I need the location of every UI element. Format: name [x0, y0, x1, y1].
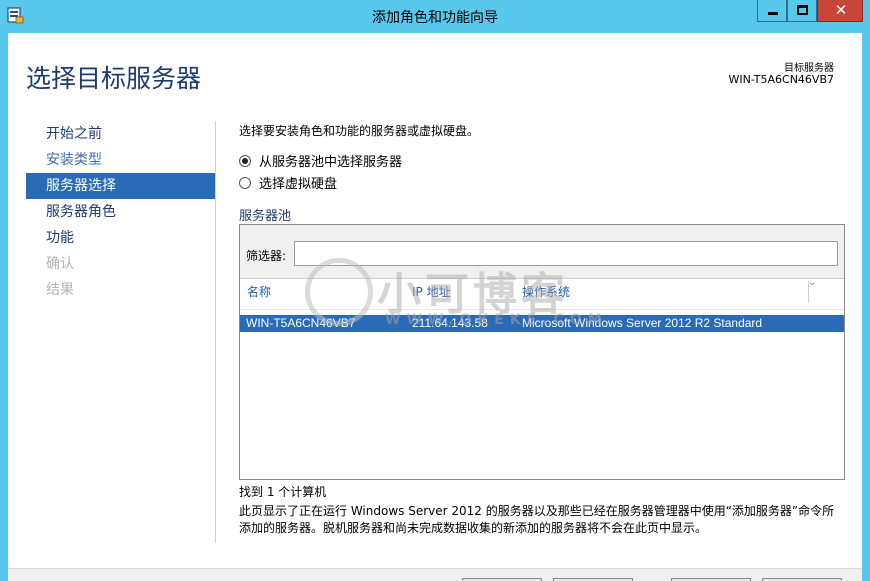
minimize-button[interactable]: [757, 0, 787, 22]
window-title: 添加角色和功能向导: [372, 10, 498, 26]
option-server-pool[interactable]: 从服务器池中选择服务器: [239, 151, 402, 170]
maximize-button[interactable]: [787, 0, 817, 22]
cell-operating-system: Microsoft Windows Server 2012 R2 Standar…: [522, 316, 763, 330]
window-frame-right: [862, 33, 870, 581]
description-text: 此页显示了正在运行 Windows Server 2012 的服务器以及那些已经…: [239, 504, 835, 535]
nav-item-results: 结果: [46, 282, 74, 298]
server-pool-title: 服务器池: [239, 209, 292, 224]
window-frame-left: [0, 33, 8, 581]
intro-text: 选择要安装角色和功能的服务器或虚拟硬盘。: [239, 124, 480, 138]
column-header-os[interactable]: 操作系统: [522, 279, 570, 309]
nav-divider: [215, 121, 216, 543]
nav-item-server-roles[interactable]: 服务器角色: [26, 199, 215, 225]
wizard-nav: 开始之前 安装类型 服务器选择 服务器角色 功能 确认 结果: [26, 121, 215, 303]
nav-item-confirmation: 确认: [46, 256, 74, 272]
server-pool-list: 筛选器: 名称 IP 地址 操作系统 ⌄ WIN-T5A6CN46VB7 211…: [239, 224, 845, 480]
column-header-ip[interactable]: IP 地址: [412, 279, 451, 309]
found-count: 找到 1 个计算机: [239, 485, 327, 499]
filter-label: 筛选器:: [246, 249, 287, 263]
cell-ip-address: 211.64.143.58: [412, 316, 488, 330]
nav-item-features[interactable]: 功能: [26, 225, 215, 251]
radio-server-pool[interactable]: [239, 154, 251, 167]
page-title: 选择目标服务器: [26, 64, 202, 93]
destination-server-label: 目标服务器: [784, 63, 834, 74]
title-bar: 添加角色和功能向导 ✕: [0, 0, 870, 33]
minimize-icon: [768, 12, 778, 15]
cell-server-name: WIN-T5A6CN46VB7: [246, 316, 356, 330]
chevron-down-icon[interactable]: ⌄: [808, 277, 816, 288]
filter-bar: 筛选器:: [240, 225, 844, 279]
maximize-icon: [797, 5, 808, 15]
option-server-pool-label: 从服务器池中选择服务器: [259, 155, 403, 170]
filter-input[interactable]: [294, 241, 838, 266]
destination-server-name: WIN-T5A6CN46VB7: [728, 73, 834, 86]
radio-virtual-disk[interactable]: [239, 176, 251, 189]
close-icon: ✕: [834, 1, 848, 19]
close-button[interactable]: ✕: [817, 0, 863, 22]
nav-item-server-selection[interactable]: 服务器选择: [26, 173, 215, 199]
nav-item-before-you-begin[interactable]: 开始之前: [26, 121, 215, 147]
option-virtual-disk[interactable]: 选择虚拟硬盘: [239, 173, 337, 192]
table-row[interactable]: WIN-T5A6CN46VB7 211.64.143.58 Microsoft …: [240, 315, 844, 332]
nav-item-installation-type[interactable]: 安装类型: [26, 147, 215, 173]
option-virtual-disk-label: 选择虚拟硬盘: [259, 177, 338, 192]
header-divider: [240, 309, 844, 310]
column-header-name[interactable]: 名称: [247, 279, 271, 309]
